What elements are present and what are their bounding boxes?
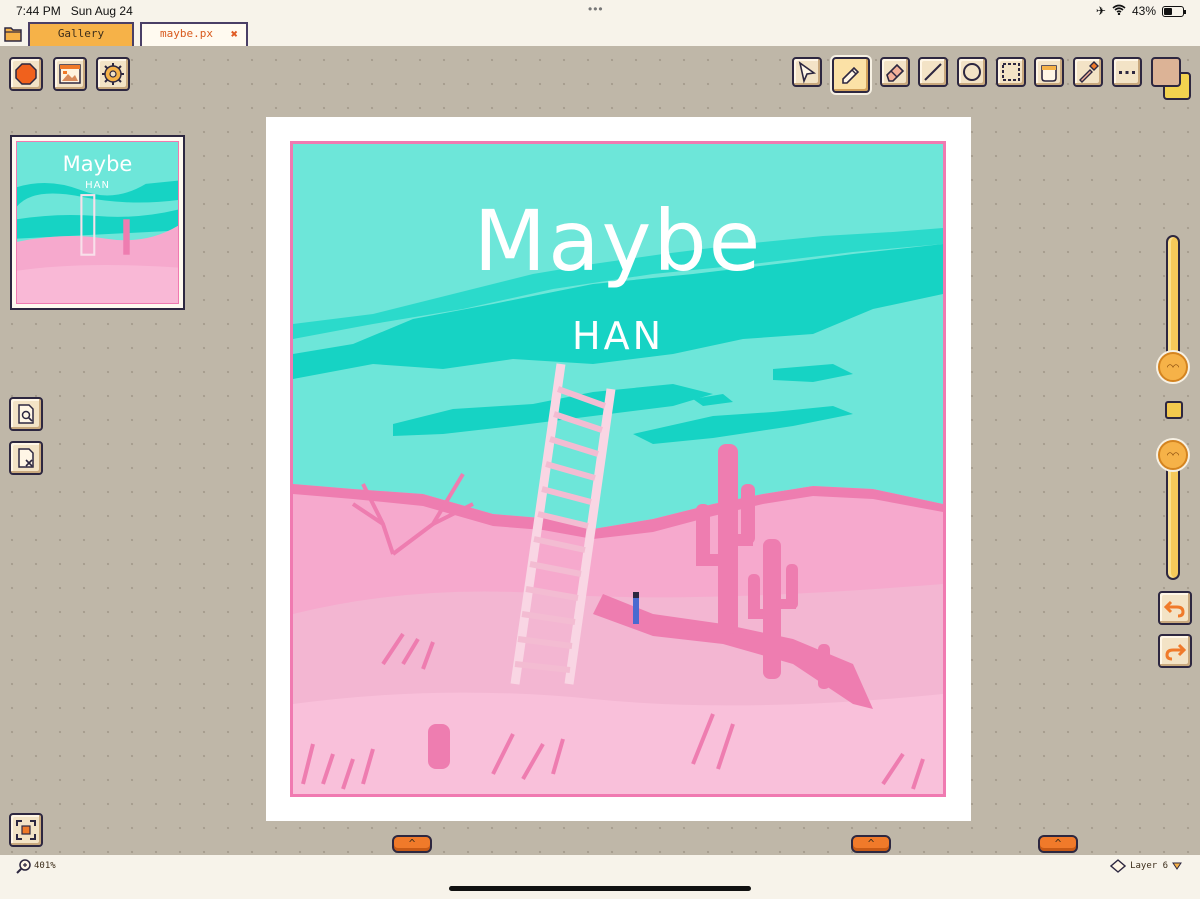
fit-screen-button[interactable]: [9, 813, 43, 847]
menu-button[interactable]: [9, 57, 43, 91]
document-search-icon: [18, 404, 34, 424]
select-tool-button[interactable]: [792, 57, 822, 87]
eyedropper-tool-icon: [1079, 61, 1099, 83]
select-tool-icon: [798, 61, 817, 84]
primary-color-swatch[interactable]: [1151, 57, 1181, 87]
fill-tool-icon: [1041, 65, 1057, 82]
status-bar: 7:44 PM Sun Aug 24 ••• ✈ 43%: [0, 0, 1200, 22]
tab-bar: Gallery maybe.px ✖: [0, 22, 1200, 46]
preview-title: Maybe: [62, 152, 133, 176]
artwork-title: Maybe: [473, 192, 763, 290]
document-delete-icon: [18, 448, 34, 468]
zoom-icon: [16, 859, 31, 874]
chevron-up-icon: ^: [867, 837, 875, 850]
line-tool-button[interactable]: [918, 57, 948, 87]
reference-image-icon: [59, 64, 81, 84]
status-indicators: ✈ 43%: [1095, 4, 1186, 18]
preview-artwork: Maybe HAN: [16, 141, 179, 304]
chevron-up-icon: ^: [408, 837, 416, 850]
more-tools-button[interactable]: [1112, 57, 1142, 87]
close-tab-icon[interactable]: ✖: [231, 24, 238, 44]
fit-screen-icon: [16, 820, 36, 840]
pencil-tool-button[interactable]: [832, 57, 870, 93]
canvas-preview[interactable]: Maybe HAN: [10, 135, 185, 310]
line-tool-icon: [924, 63, 942, 81]
time-text: 7:44 PM: [16, 4, 61, 18]
eraser-tool-button[interactable]: [880, 57, 910, 87]
marquee-tool-icon: [1002, 63, 1020, 81]
date-text: Sun Aug 24: [70, 4, 133, 18]
status-time: 7:44 PM Sun Aug 24: [16, 4, 133, 18]
tab-document-label: maybe.px: [160, 27, 213, 40]
fill-tool-button[interactable]: [1034, 57, 1064, 87]
battery-percent: 43%: [1131, 4, 1156, 18]
settings-button[interactable]: [96, 57, 130, 91]
zoom-level: 401%: [34, 861, 56, 871]
marquee-tool-button[interactable]: [996, 57, 1026, 87]
pencil-tool-icon: [842, 66, 860, 84]
layer-selector[interactable]: Layer 6: [1110, 858, 1182, 874]
expand-panel-button-right[interactable]: ^: [1038, 835, 1078, 853]
chevron-up-icon: ^: [1054, 837, 1062, 850]
menu-icon: [15, 63, 37, 85]
more-tools-icon: [1119, 71, 1135, 74]
ellipse-tool-icon: [963, 63, 981, 81]
brush-size-slider-knob[interactable]: ◠◠: [1158, 352, 1188, 382]
wifi-icon: [1112, 4, 1126, 18]
layers-icon: [1110, 859, 1127, 873]
opacity-slider-knob[interactable]: ◠◠: [1158, 440, 1188, 470]
expand-panel-button-left[interactable]: ^: [392, 835, 432, 853]
undo-button[interactable]: [1158, 591, 1192, 625]
preview-artist: HAN: [85, 180, 110, 191]
tab-document[interactable]: maybe.px ✖: [140, 22, 248, 46]
tab-gallery[interactable]: Gallery: [28, 22, 134, 46]
undo-icon: [1163, 600, 1185, 618]
brush-preview-dot: [1165, 401, 1183, 419]
add-layer-button[interactable]: [9, 397, 43, 431]
chevron-down-icon: [1172, 862, 1182, 870]
expand-panel-button-center[interactable]: ^: [851, 835, 891, 853]
canvas-artwork[interactable]: Maybe HAN: [290, 141, 946, 797]
ellipse-tool-button[interactable]: [957, 57, 987, 87]
eraser-tool-icon: [886, 63, 905, 82]
folder-icon[interactable]: [4, 25, 22, 42]
reference-image-button[interactable]: [53, 57, 87, 91]
redo-button[interactable]: [1158, 634, 1192, 668]
zoom-indicator[interactable]: 401%: [16, 858, 56, 874]
battery-icon: [1162, 5, 1186, 17]
eyedropper-tool-button[interactable]: [1073, 57, 1103, 87]
redo-icon: [1165, 643, 1187, 661]
airplane-icon: ✈: [1095, 4, 1106, 18]
layer-label: Layer 6: [1130, 861, 1168, 871]
bottom-bar: 401% Layer 6: [0, 855, 1200, 899]
settings-gear-icon: [102, 63, 124, 85]
delete-layer-button[interactable]: [9, 441, 43, 475]
home-indicator[interactable]: [449, 886, 751, 891]
artwork-artist: HAN: [572, 314, 664, 358]
multitasking-dots-icon[interactable]: •••: [588, 2, 604, 16]
